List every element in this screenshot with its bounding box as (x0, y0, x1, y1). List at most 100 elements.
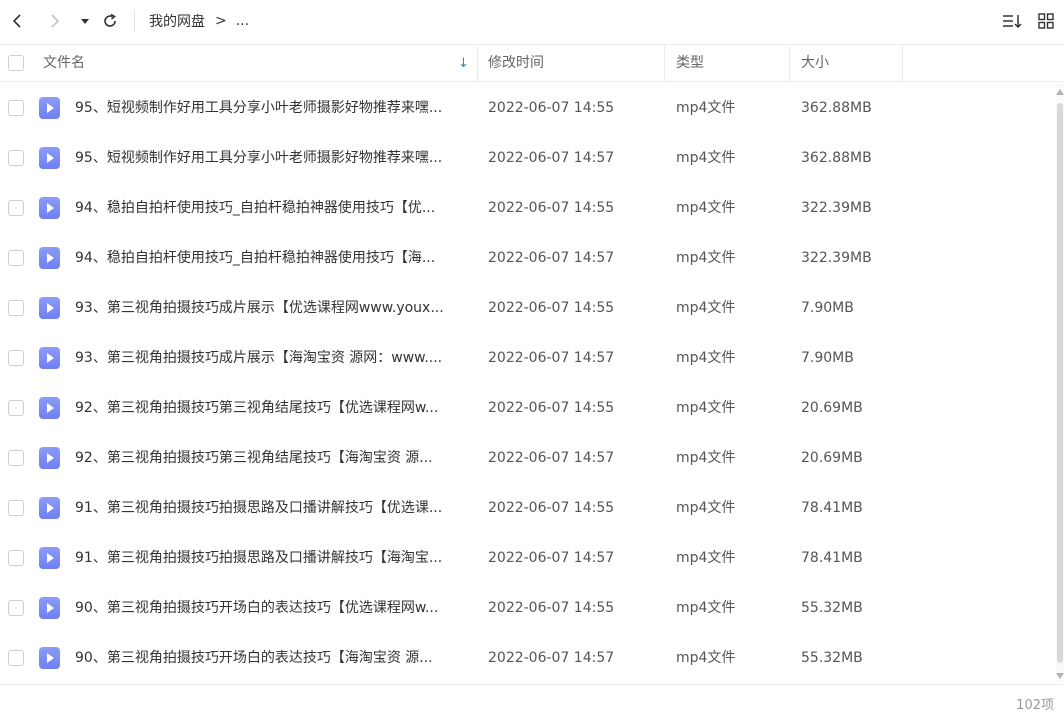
scrollbar-thumb[interactable] (1057, 103, 1063, 663)
forward-button[interactable] (43, 9, 67, 33)
file-modified-time: 2022-06-07 14:57 (488, 250, 615, 266)
table-row[interactable]: 93、第三视角拍摄技巧成片展示【海淘宝资 源网：www.... 2022-06-0… (0, 333, 1056, 383)
table-row[interactable]: 90、第三视角拍摄技巧开场白的表达技巧【海淘宝资 源... 2022-06-07 … (0, 633, 1056, 683)
row-checkbox[interactable] (8, 200, 24, 216)
table-row[interactable]: 91、第三视角拍摄技巧拍摄思路及口播讲解技巧【优选课... 2022-06-07 … (0, 483, 1056, 533)
file-name[interactable]: 92、第三视角拍摄技巧第三视角结尾技巧【优选课程网w... (75, 383, 470, 433)
row-checkbox[interactable] (8, 400, 24, 416)
file-name[interactable]: 94、稳拍自拍杆使用技巧_自拍杆稳拍神器使用技巧【海... (75, 233, 470, 283)
table-row[interactable]: 92、第三视角拍摄技巧第三视角结尾技巧【优选课程网w... 2022-06-07 … (0, 383, 1056, 433)
breadcrumb-root[interactable]: 我的网盘 (149, 11, 205, 31)
file-modified-time: 2022-06-07 14:57 (488, 550, 615, 566)
file-name[interactable]: 95、短视频制作好用工具分享小叶老师摄影好物推荐来嘿... (75, 83, 470, 133)
row-checkbox[interactable] (8, 550, 24, 566)
vertical-scrollbar[interactable] (1056, 83, 1064, 683)
file-type: mp4文件 (676, 600, 736, 616)
item-count: 102项 (1016, 698, 1054, 713)
file-name[interactable]: 93、第三视角拍摄技巧成片展示【海淘宝资 源网：www.... (75, 333, 470, 383)
table-row[interactable]: 95、短视频制作好用工具分享小叶老师摄影好物推荐来嘿... 2022-06-07 … (0, 133, 1056, 183)
file-type: mp4文件 (676, 150, 736, 166)
column-divider[interactable] (664, 45, 665, 82)
file-list: 95、短视频制作好用工具分享小叶老师摄影好物推荐来嘿... 2022-06-07 … (0, 83, 1056, 683)
file-type: mp4文件 (676, 650, 736, 666)
file-name[interactable]: 94、稳拍自拍杆使用技巧_自拍杆稳拍神器使用技巧【优... (75, 183, 470, 233)
table-row[interactable]: 95、短视频制作好用工具分享小叶老师摄影好物推荐来嘿... 2022-06-07 … (0, 83, 1056, 133)
table-row[interactable]: 94、稳拍自拍杆使用技巧_自拍杆稳拍神器使用技巧【优... 2022-06-07 … (0, 183, 1056, 233)
select-all-checkbox[interactable] (8, 55, 24, 71)
video-file-icon (39, 247, 60, 269)
table-header: 文件名 ↓ 修改时间 类型 大小 (0, 44, 1064, 82)
file-name[interactable]: 93、第三视角拍摄技巧成片展示【优选课程网www.youx... (75, 283, 470, 333)
history-dropdown-button[interactable] (73, 9, 97, 33)
column-divider[interactable] (477, 45, 478, 82)
file-type: mp4文件 (676, 500, 736, 516)
column-divider[interactable] (902, 45, 903, 82)
refresh-button[interactable] (98, 9, 122, 33)
file-size: 55.32MB (801, 600, 863, 616)
file-name[interactable]: 95、短视频制作好用工具分享小叶老师摄影好物推荐来嘿... (75, 133, 470, 183)
back-button[interactable] (5, 9, 29, 33)
file-modified-time: 2022-06-07 14:55 (488, 200, 615, 216)
file-size: 55.32MB (801, 650, 863, 666)
breadcrumb: 我的网盘 > ... (149, 11, 249, 31)
scroll-down-arrow-icon[interactable] (1056, 673, 1064, 679)
file-modified-time: 2022-06-07 14:55 (488, 100, 615, 116)
row-checkbox[interactable] (8, 350, 24, 366)
table-row[interactable]: 92、第三视角拍摄技巧第三视角结尾技巧【海淘宝资 源... 2022-06-07 … (0, 433, 1056, 483)
video-file-icon (39, 447, 60, 469)
file-name[interactable]: 91、第三视角拍摄技巧拍摄思路及口播讲解技巧【优选课... (75, 483, 470, 533)
row-checkbox[interactable] (8, 300, 24, 316)
sort-button[interactable] (1000, 9, 1024, 33)
row-checkbox[interactable] (8, 600, 24, 616)
video-file-icon (39, 647, 60, 669)
column-header-type[interactable]: 类型 (676, 45, 704, 82)
file-type: mp4文件 (676, 450, 736, 466)
row-checkbox[interactable] (8, 650, 24, 666)
column-header-name[interactable]: 文件名 (43, 45, 85, 82)
column-header-modified[interactable]: 修改时间 (488, 45, 544, 82)
file-size: 20.69MB (801, 450, 863, 466)
column-divider[interactable] (789, 45, 790, 82)
scroll-up-arrow-icon[interactable] (1056, 89, 1064, 95)
file-modified-time: 2022-06-07 14:57 (488, 150, 615, 166)
file-name[interactable]: 90、第三视角拍摄技巧开场白的表达技巧【优选课程网w... (75, 583, 470, 633)
file-size: 362.88MB (801, 100, 872, 116)
row-checkbox[interactable] (8, 100, 24, 116)
file-name[interactable]: 92、第三视角拍摄技巧第三视角结尾技巧【海淘宝资 源... (75, 433, 470, 483)
column-header-size[interactable]: 大小 (801, 45, 829, 82)
view-toggle-button[interactable] (1034, 9, 1058, 33)
table-row[interactable]: 90、第三视角拍摄技巧开场白的表达技巧【优选课程网w... 2022-06-07 … (0, 583, 1056, 633)
video-file-icon (39, 497, 60, 519)
file-modified-time: 2022-06-07 14:55 (488, 400, 615, 416)
file-modified-time: 2022-06-07 14:57 (488, 650, 615, 666)
file-size: 362.88MB (801, 150, 872, 166)
file-type: mp4文件 (676, 400, 736, 416)
file-type: mp4文件 (676, 250, 736, 266)
file-size: 7.90MB (801, 300, 854, 316)
file-name[interactable]: 90、第三视角拍摄技巧开场白的表达技巧【海淘宝资 源... (75, 633, 470, 683)
table-row[interactable]: 93、第三视角拍摄技巧成片展示【优选课程网www.youx... 2022-06-… (0, 283, 1056, 333)
row-checkbox[interactable] (8, 150, 24, 166)
breadcrumb-separator: > (215, 13, 227, 29)
row-checkbox[interactable] (8, 500, 24, 516)
sort-descending-icon[interactable]: ↓ (458, 45, 469, 82)
table-row[interactable]: 94、稳拍自拍杆使用技巧_自拍杆稳拍神器使用技巧【海... 2022-06-07 … (0, 233, 1056, 283)
file-modified-time: 2022-06-07 14:55 (488, 600, 615, 616)
video-file-icon (39, 597, 60, 619)
video-file-icon (39, 147, 60, 169)
caret-down-icon (81, 19, 89, 24)
video-file-icon (39, 397, 60, 419)
breadcrumb-more[interactable]: ... (236, 13, 249, 29)
sort-list-icon (1003, 15, 1022, 29)
file-name[interactable]: 91、第三视角拍摄技巧拍摄思路及口播讲解技巧【海淘宝... (75, 533, 470, 583)
row-checkbox[interactable] (8, 450, 24, 466)
file-type: mp4文件 (676, 100, 736, 116)
file-size: 322.39MB (801, 250, 872, 266)
table-row[interactable]: 91、第三视角拍摄技巧拍摄思路及口播讲解技巧【海淘宝... 2022-06-07 … (0, 533, 1056, 583)
file-modified-time: 2022-06-07 14:57 (488, 450, 615, 466)
file-size: 20.69MB (801, 400, 863, 416)
file-type: mp4文件 (676, 300, 736, 316)
video-file-icon (39, 297, 60, 319)
row-checkbox[interactable] (8, 250, 24, 266)
toolbar: 我的网盘 > ... (0, 0, 1064, 42)
